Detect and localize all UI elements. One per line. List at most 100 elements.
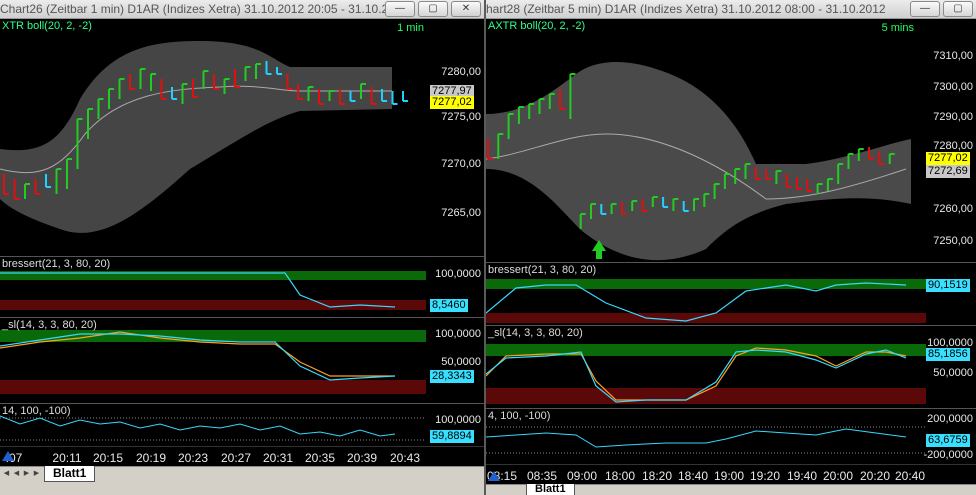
price-chart	[486, 62, 911, 261]
price-pane[interactable]: AXTR boll(20, 2, -2) 5 mins 7310,00 7300…	[486, 19, 976, 261]
x-tick: 20:11	[52, 451, 82, 465]
x-tick: 20:35	[304, 451, 336, 465]
title-bar[interactable]: Chart26 (Zeitbar 1 min) D1AR (Indizes Xe…	[0, 0, 484, 19]
x-tick: 18:40	[677, 469, 709, 483]
x-tick: 08:35	[526, 469, 558, 483]
indicator-2-tag: 85,1856	[926, 348, 970, 361]
indicator-3-tag: 63,6759	[926, 434, 970, 447]
y-tick: 7275,00	[441, 111, 481, 123]
restore-icon[interactable]: ▢	[943, 1, 973, 17]
indicator-3-axis: 200,0000 -200,0000 63,6759	[923, 409, 976, 464]
indicator-1-axis: 100,0000 8,5460	[426, 257, 484, 316]
price-chart	[0, 41, 408, 233]
drawing-tool-icon[interactable]	[486, 470, 502, 482]
indicator-1-tag: 90,1519	[926, 279, 970, 292]
y-tick: 100,0000	[435, 328, 481, 340]
indicator-2-label: _sl(14, 3, 3, 80, 20)	[2, 319, 97, 331]
y-tick: 7265,00	[441, 207, 481, 219]
x-tick: 20:40	[894, 469, 926, 483]
title-bar[interactable]: hart28 (Zeitbar 5 min) D1AR (Indizes Xet…	[486, 0, 976, 19]
sheet-nav-buttons[interactable]: ◀ ◀ ▶ ▶	[2, 468, 41, 479]
x-tick: 20:20	[859, 469, 891, 483]
indicator-1-label: bressert(21, 3, 80, 20)	[488, 264, 597, 276]
y-tick: 50,0000	[933, 367, 973, 379]
indicator-pane-2[interactable]: _sl(14, 3, 3, 80, 20) 100,0000 50,0000 2…	[0, 317, 484, 402]
minimize-icon[interactable]: —	[385, 1, 415, 17]
x-tick: 18:20	[641, 469, 673, 483]
indicator-1-tag: 8,5460	[430, 299, 468, 312]
y-tick: -200,0000	[923, 449, 973, 461]
indicator-2-axis: 100,0000 50,0000 28,3343	[426, 318, 484, 402]
timeframe-label: 5 mins	[881, 22, 914, 34]
indicator-pane-2[interactable]: _sl(14, 3, 3, 80, 20) 100,0000 50,0000 8…	[486, 325, 976, 407]
chart-window-26[interactable]: Chart26 (Zeitbar 1 min) D1AR (Indizes Xe…	[0, 0, 484, 495]
x-tick: 18:00	[604, 469, 636, 483]
y-tick: 7280,00	[933, 140, 973, 152]
x-tick: 09:00	[566, 469, 598, 483]
close-icon[interactable]: ✕	[451, 1, 481, 17]
indicator-pane-3[interactable]: 14, 100, -100) 100,0000 59,8894	[0, 403, 484, 446]
sheet-tab-bar: ◀ ◀ ▶ ▶ Blatt1	[0, 451, 484, 495]
last-sheet-icon[interactable]: ▶	[32, 468, 41, 479]
x-tick: 20:39	[346, 451, 378, 465]
y-tick: 7250,00	[933, 235, 973, 247]
next-sheet-icon[interactable]: ▶	[22, 468, 31, 479]
x-tick: 19:00	[713, 469, 745, 483]
x-tick: 19:40	[786, 469, 818, 483]
price-tag-last: 7277,02	[430, 96, 474, 109]
y-tick: 7310,00	[933, 50, 973, 62]
indicator-3-label: 14, 100, -100)	[2, 405, 71, 417]
timeframe-label: 1 min	[397, 22, 424, 34]
price-axis: 7310,00 7300,00 7290,00 7280,00 7260,00 …	[926, 19, 976, 261]
price-tag-last: 7277,02	[926, 152, 970, 165]
y-tick: 100,0000	[435, 414, 481, 426]
indicator-pane-1[interactable]: bressert(21, 3, 80, 20) 90,1519	[486, 262, 976, 324]
price-pane[interactable]: XTR boll(20, 2, -2) 1 min 7280,00 7275,0…	[0, 19, 484, 255]
time-axis: 08:15 08:35 09:00 18:00 18:20 18:40 19:0…	[486, 464, 976, 484]
indicator-3-tag: 59,8894	[430, 430, 474, 443]
price-tag-bollinger: 7272,69	[926, 165, 970, 178]
x-tick: 20:23	[177, 451, 209, 465]
x-tick: 20:00	[822, 469, 854, 483]
y-tick: 7270,00	[441, 158, 481, 170]
y-tick: 200,0000	[927, 413, 973, 425]
indicator-pane-3[interactable]: 4, 100, -100) 200,0000 -200,0000 63,6759	[486, 408, 976, 464]
indicator-2-tag: 28,3343	[430, 370, 474, 383]
prev-sheet-icon[interactable]: ◀	[12, 468, 21, 479]
sheet-tab[interactable]: Blatt1	[44, 466, 96, 482]
indicator-2-axis: 100,0000 50,0000 85,1856	[926, 326, 976, 407]
indicator-3-label: 4, 100, -100)	[488, 410, 551, 422]
window-title: Chart26 (Zeitbar 1 min) D1AR (Indizes Xe…	[0, 2, 389, 16]
price-indicator-label: AXTR boll(20, 2, -2)	[488, 20, 586, 32]
indicator-3-chart	[0, 415, 426, 441]
indicator-pane-1[interactable]: bressert(21, 3, 80, 20) 100,0000 8,5460	[0, 256, 484, 316]
x-tick: 20:15	[92, 451, 124, 465]
x-tick: 20:27	[220, 451, 252, 465]
drawing-tool-icon[interactable]	[0, 449, 16, 463]
y-tick: 7280,00	[441, 66, 481, 78]
indicator-3-axis: 100,0000 59,8894	[426, 404, 484, 446]
x-tick: 20:31	[262, 451, 294, 465]
y-tick: 100,0000	[435, 268, 481, 280]
x-tick: 20:43	[389, 451, 421, 465]
first-sheet-icon[interactable]: ◀	[2, 468, 11, 479]
chart-window-28[interactable]: hart28 (Zeitbar 5 min) D1AR (Indizes Xet…	[486, 0, 976, 495]
y-tick: 7300,00	[933, 81, 973, 93]
price-axis: 7280,00 7275,00 7270,00 7265,00 7277,97 …	[426, 19, 484, 255]
indicator-2-label: _sl(14, 3, 3, 80, 20)	[488, 327, 583, 339]
indicator-1-axis: 90,1519	[926, 263, 976, 324]
indicator-1-label: bressert(21, 3, 80, 20)	[2, 258, 111, 270]
y-tick: 7290,00	[933, 111, 973, 123]
x-tick: 20:19	[135, 451, 167, 465]
sheet-tab[interactable]: Blatt1	[526, 484, 575, 495]
indicator-3-chart	[486, 426, 926, 454]
price-indicator-label: XTR boll(20, 2, -2)	[2, 20, 92, 32]
window-title: hart28 (Zeitbar 5 min) D1AR (Indizes Xet…	[486, 2, 886, 16]
x-tick: 19:20	[749, 469, 781, 483]
minimize-icon[interactable]: —	[910, 1, 940, 17]
sheet-tab-bar: Blatt1	[486, 484, 976, 495]
restore-icon[interactable]: ▢	[418, 1, 448, 17]
y-tick: 7260,00	[933, 203, 973, 215]
time-axis: :07 20:11 20:15 20:19 20:23 20:27 20:31 …	[0, 446, 484, 466]
y-tick: 50,0000	[441, 356, 481, 368]
